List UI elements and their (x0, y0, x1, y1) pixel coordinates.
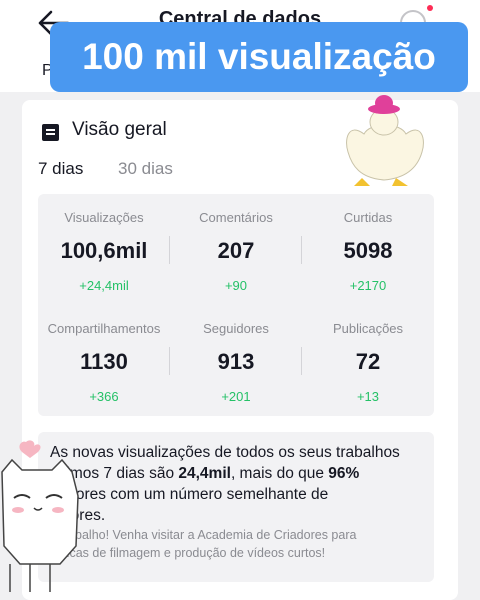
insight-line: As novas visualizações de todos os seus … (50, 444, 400, 461)
stat-delta: +366 (89, 389, 119, 404)
insight-line: , mais do que (230, 465, 329, 482)
stat-label: Compartilhamentos (47, 321, 161, 336)
duck-sticker (346, 95, 424, 186)
academy-promo[interactable]: n trabalho! Venha visitar a Academia de … (50, 526, 422, 562)
insight-text: As novas visualizações de todos os seus … (50, 442, 422, 526)
stat-value: 1130 (80, 349, 128, 374)
insight-line: riadores com um número semelhante de (50, 486, 329, 503)
stat-label: Visualizações (64, 210, 144, 225)
stat-delta: +13 (356, 389, 380, 404)
stat-comments[interactable]: Comentários 207 +90 (170, 210, 302, 293)
stat-value: 72 (355, 349, 381, 374)
promo-line: s dicas de filmagem e produção de vídeos… (50, 546, 326, 560)
stat-divider (301, 347, 302, 375)
stat-label: Curtidas (343, 210, 393, 225)
stat-value: 913 (217, 349, 255, 374)
stat-followers[interactable]: Seguidores 913 +201 (170, 321, 302, 404)
stat-divider (169, 236, 170, 264)
stat-delta: +90 (224, 278, 248, 293)
insight-box: As novas visualizações de todos os seus … (38, 432, 434, 582)
stat-label: Seguidores (203, 321, 269, 336)
stat-value: 5098 (343, 238, 393, 263)
insight-highlight-views: 24,4mil (178, 465, 231, 482)
period-7-days[interactable]: 7 dias (38, 159, 83, 179)
stat-divider (301, 236, 302, 264)
stats-grid: Visualizações 100,6mil +24,4mil Comentár… (38, 194, 434, 416)
document-icon (42, 124, 59, 141)
stat-divider (169, 347, 170, 375)
stat-delta: +2170 (349, 278, 387, 293)
caption-overlay: 100 mil visualização (50, 22, 468, 92)
promo-line: n trabalho! Venha visitar a Academia de … (50, 528, 357, 542)
stat-shares[interactable]: Compartilhamentos 1130 +366 (38, 321, 170, 404)
stat-delta: +201 (221, 389, 251, 404)
stat-posts[interactable]: Publicações 72 +13 (302, 321, 434, 404)
stat-label: Publicações (332, 321, 404, 336)
cat-sticker (1, 440, 79, 592)
stat-delta: +24,4mil (79, 278, 129, 293)
stat-label: Comentários (199, 210, 273, 225)
stat-views[interactable]: Visualizações 100,6mil +24,4mil (38, 210, 170, 293)
period-30-days[interactable]: 30 dias (118, 159, 173, 179)
stat-value: 100,6mil (60, 238, 148, 263)
insight-highlight-percent: 96% (328, 465, 360, 482)
notification-dot (427, 5, 433, 11)
stat-likes[interactable]: Curtidas 5098 +2170 (302, 210, 434, 293)
stat-value: 207 (217, 238, 255, 263)
overview-title: Visão geral (72, 119, 167, 140)
